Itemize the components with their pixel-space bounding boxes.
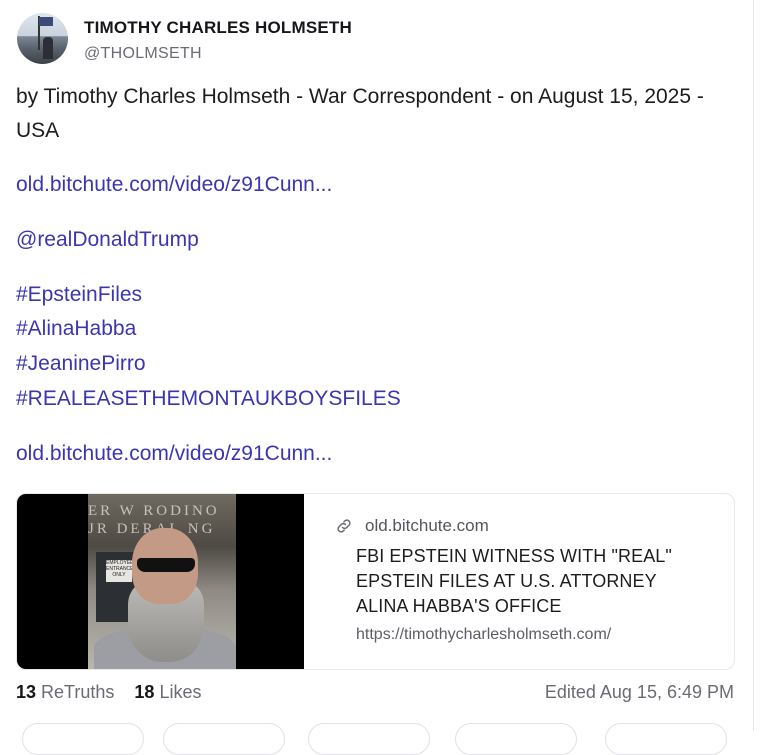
likes-count-button[interactable]: 18 Likes [134, 682, 201, 702]
thumbnail-photo: ER W RODINO JR DERAL NG EMPLOYEE ENTRANC… [88, 494, 236, 669]
author-name[interactable]: TIMOTHY CHARLES HOLMSETH [84, 18, 352, 38]
post-stats: 13 ReTruths 18 Likes [16, 682, 202, 703]
like-button[interactable] [308, 723, 430, 755]
link-chain-icon [337, 519, 351, 533]
retruth-button[interactable] [163, 723, 285, 755]
likes-count: 18 [134, 682, 155, 702]
hashtag-alinahabba[interactable]: #AlinaHabba [16, 312, 136, 346]
share-button[interactable] [455, 723, 577, 755]
retruths-count: 13 [16, 682, 37, 702]
column-divider [753, 0, 754, 731]
post-body-text: by Timothy Charles Holmseth - War Corres… [16, 85, 704, 142]
link-preview-title: FBI EPSTEIN WITNESS WITH "REAL" EPSTEIN … [356, 546, 672, 616]
thumbnail-plate-text: EMPLOYEE ENTRANCE ONLY [106, 560, 134, 582]
post-link-bitchute-2[interactable]: old.bitchute.com/video/z91Cunn... [16, 437, 332, 471]
hashtag-jeaninepirro[interactable]: #JeaninePirro [16, 347, 146, 381]
link-preview-domain: old.bitchute.com [365, 516, 489, 535]
edited-timestamp[interactable]: Edited Aug 15, 6:49 PM [545, 682, 734, 703]
link-preview-info: old.bitchute.com FBI EPSTEIN WITNESS WIT… [325, 494, 734, 669]
hashtag-epsteinfiles[interactable]: #EpsteinFiles [16, 278, 142, 312]
action-buttons-row [0, 723, 753, 755]
post-link-bitchute[interactable]: old.bitchute.com/video/z91Cunn... [16, 168, 332, 202]
likes-label: Likes [159, 682, 202, 702]
link-preview-domain-row: old.bitchute.com [335, 516, 489, 536]
hashtag-montaukboys[interactable]: #REALEASETHEMONTAUKBOYSFILES [16, 382, 401, 416]
author-handle[interactable]: @THOLMSETH [84, 45, 202, 63]
reply-button[interactable] [22, 723, 144, 755]
avatar[interactable] [17, 13, 68, 64]
link-preview-card[interactable]: ER W RODINO JR DERAL NG EMPLOYEE ENTRANC… [16, 493, 735, 670]
retruths-label: ReTruths [41, 682, 115, 702]
video-thumbnail: ER W RODINO JR DERAL NG EMPLOYEE ENTRANC… [17, 494, 304, 669]
more-button[interactable] [605, 723, 727, 755]
retruths-count-button[interactable]: 13 ReTruths [16, 682, 114, 702]
mention-realdonaldtrump[interactable]: @realDonaldTrump [16, 223, 199, 257]
link-preview-url: https://timothycharlesholmseth.com/ [356, 626, 612, 643]
